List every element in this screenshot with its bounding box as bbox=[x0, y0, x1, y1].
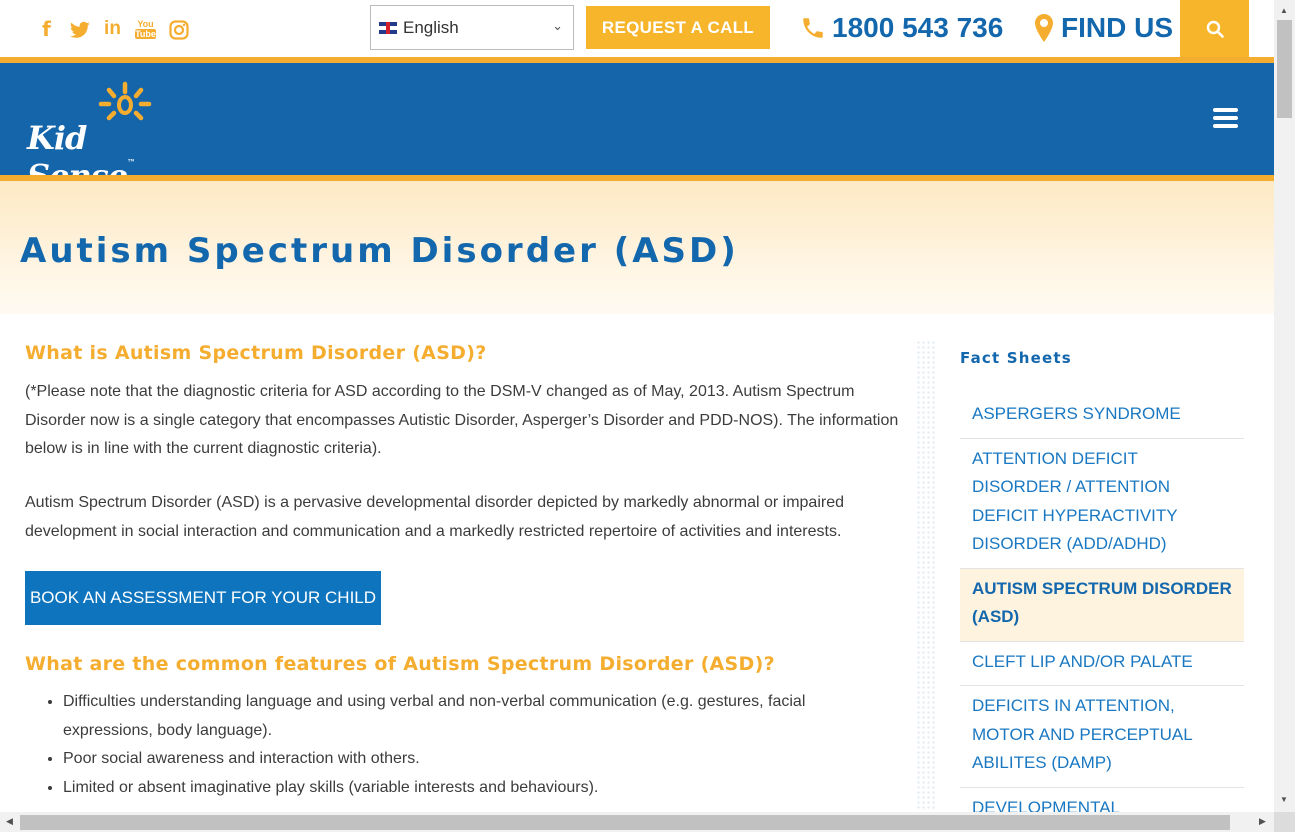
page-title: Autism Spectrum Disorder (ASD) bbox=[20, 231, 739, 271]
youtube-icon-top: You bbox=[137, 19, 154, 29]
kid-sense-logo[interactable]: Kid Sense™ bbox=[25, 81, 175, 195]
sidebar-item-cleft-lip[interactable]: CLEFT LIP AND/OR PALATE bbox=[960, 642, 1244, 686]
scroll-up-icon[interactable]: ▲ bbox=[1280, 6, 1288, 15]
uk-flag-icon bbox=[379, 21, 397, 34]
phone-number: 1800 543 736 bbox=[832, 12, 1004, 43]
chevron-down-icon: ⌄ bbox=[552, 18, 563, 33]
heading-what-is-asd: What is Autism Spectrum Disorder (ASD)? bbox=[25, 342, 487, 364]
fact-sheets-list: ASPERGERS SYNDROME ATTENTION DEFICIT DIS… bbox=[960, 394, 1244, 832]
features-list: Difficulties understanding language and … bbox=[63, 688, 883, 802]
map-pin-icon bbox=[1035, 14, 1053, 42]
scrollbar-corner bbox=[1274, 812, 1295, 832]
social-links: f in You Tube bbox=[30, 17, 195, 41]
language-label: English bbox=[403, 17, 459, 37]
phone-link[interactable]: 1800 543 736 bbox=[800, 8, 1003, 48]
logo-trademark: ™ bbox=[127, 157, 135, 167]
horizontal-scrollbar[interactable]: ◀ ▶ bbox=[0, 812, 1274, 832]
scroll-right-icon[interactable]: ▶ bbox=[1259, 816, 1266, 827]
vertical-scrollbar[interactable]: ▲ ▼ bbox=[1274, 0, 1295, 812]
find-us-link[interactable]: FIND US bbox=[1035, 8, 1173, 48]
vertical-scroll-thumb[interactable] bbox=[1277, 20, 1292, 118]
heading-common-features: What are the common features of Autism S… bbox=[25, 653, 775, 675]
twitter-icon[interactable] bbox=[63, 17, 96, 41]
youtube-icon[interactable]: You Tube bbox=[129, 17, 162, 41]
asd-definition-paragraph: Autism Spectrum Disorder (ASD) is a perv… bbox=[25, 494, 845, 540]
page-hero: Autism Spectrum Disorder (ASD) bbox=[0, 181, 1274, 314]
search-icon bbox=[1206, 20, 1224, 38]
top-bar: f in You Tube English ⌄ REQUEST A CALL 1… bbox=[0, 0, 1274, 57]
facebook-icon[interactable]: f bbox=[30, 17, 63, 41]
diagnostic-note-paragraph: (*Please note that the diagnostic criter… bbox=[25, 383, 899, 457]
instagram-icon[interactable] bbox=[162, 17, 195, 41]
sidebar-item-asd[interactable]: AUTISM SPECTRUM DISORDER (ASD) bbox=[960, 568, 1244, 642]
list-item: Poor social awareness and interaction wi… bbox=[63, 745, 883, 774]
sidebar-item-adhd[interactable]: ATTENTION DEFICIT DISORDER / ATTENTION D… bbox=[960, 439, 1244, 569]
linkedin-icon[interactable]: in bbox=[96, 17, 129, 41]
menu-hamburger-icon[interactable] bbox=[1213, 108, 1238, 128]
site-header: Kid Sense™ bbox=[0, 63, 1274, 195]
list-item: Limited or absent imaginative play skill… bbox=[63, 774, 883, 803]
list-item: Difficulties understanding language and … bbox=[63, 688, 883, 745]
book-assessment-button[interactable]: BOOK AN ASSESSMENT FOR YOUR CHILD bbox=[25, 571, 381, 625]
column-divider bbox=[916, 340, 936, 810]
sidebar-item-damp[interactable]: DEFICITS IN ATTENTION, MOTOR AND PERCEPT… bbox=[960, 686, 1244, 788]
sidebar-title: Fact Sheets bbox=[960, 349, 1072, 367]
scroll-down-icon[interactable]: ▼ bbox=[1280, 795, 1288, 804]
find-us-label: FIND US bbox=[1061, 12, 1173, 43]
fact-sheets-sidebar: Fact Sheets ASPERGERS SYNDROME ATTENTION… bbox=[960, 340, 1244, 832]
language-select[interactable]: English ⌄ bbox=[370, 5, 574, 50]
phone-icon bbox=[803, 18, 823, 38]
request-call-button[interactable]: REQUEST A CALL bbox=[586, 6, 770, 49]
search-button[interactable] bbox=[1180, 0, 1249, 57]
horizontal-scroll-thumb[interactable] bbox=[20, 815, 1230, 830]
scroll-left-icon[interactable]: ◀ bbox=[6, 816, 13, 827]
sidebar-item-aspergers[interactable]: ASPERGERS SYNDROME bbox=[960, 394, 1244, 439]
youtube-icon-bottom: Tube bbox=[135, 29, 156, 39]
